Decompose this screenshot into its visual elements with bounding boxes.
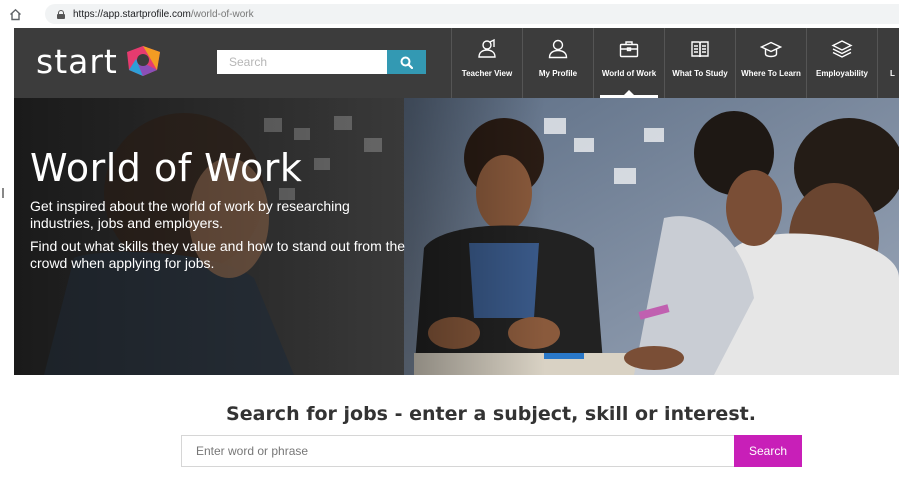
hero-banner: World of Work Get inspired about the wor… <box>14 98 899 375</box>
hero-intro-text: Get inspired about the world of work by … <box>30 198 350 231</box>
job-search-button[interactable]: Search <box>734 435 802 467</box>
nav-world-of-work[interactable]: World of Work <box>593 28 664 98</box>
nav-what-to-study[interactable]: What To Study <box>664 28 735 98</box>
search-icon <box>400 56 413 69</box>
graduation-cap-icon <box>760 38 782 60</box>
nav-label: L <box>890 69 895 78</box>
home-icon[interactable] <box>8 7 22 21</box>
nav-partial-item[interactable]: L <box>877 28 899 98</box>
nav-label: World of Work <box>601 69 657 78</box>
layers-icon <box>831 38 853 60</box>
nav-label: Where To Learn <box>741 69 801 78</box>
url-host: https://app.startprofile.com <box>73 8 191 20</box>
briefcase-icon <box>618 38 640 60</box>
nav-label: What To Study <box>672 69 728 78</box>
logo-text: start <box>36 41 118 81</box>
header-search <box>217 50 426 74</box>
person-icon <box>547 38 569 60</box>
nav-label: My Profile <box>538 69 578 78</box>
start-logo-mark-icon <box>126 46 160 76</box>
browser-address-bar: https://app.startprofile.com/world-of-wo… <box>0 0 899 28</box>
nav-label: Teacher View <box>461 69 513 78</box>
hero-skills-text: Find out what skills they value and how … <box>30 238 406 271</box>
nav-employability[interactable]: Employability <box>806 28 877 98</box>
header-search-button[interactable] <box>387 50 426 74</box>
main-nav: Teacher View My Profile World of Work Wh… <box>451 28 899 98</box>
book-icon <box>689 38 711 60</box>
url-path: /world-of-work <box>190 8 254 20</box>
lock-icon <box>57 9 65 19</box>
job-search-bar: Search <box>181 435 802 467</box>
hero-title: World of Work <box>30 146 303 190</box>
hero-photo-students-icon <box>14 98 899 375</box>
url-field[interactable]: https://app.startprofile.com/world-of-wo… <box>45 4 899 24</box>
app-header: start Teacher View My Profile <box>14 28 899 98</box>
nav-teacher-view[interactable]: Teacher View <box>451 28 522 98</box>
nav-where-to-learn[interactable]: Where To Learn <box>735 28 806 98</box>
header-search-input[interactable] <box>217 50 387 74</box>
job-search-heading: Search for jobs - enter a subject, skill… <box>226 403 756 425</box>
job-search-input[interactable] <box>181 435 734 467</box>
start-logo[interactable]: start <box>36 41 162 81</box>
nav-my-profile[interactable]: My Profile <box>522 28 593 98</box>
nav-label: Employability <box>815 69 868 78</box>
teacher-icon <box>476 38 498 60</box>
